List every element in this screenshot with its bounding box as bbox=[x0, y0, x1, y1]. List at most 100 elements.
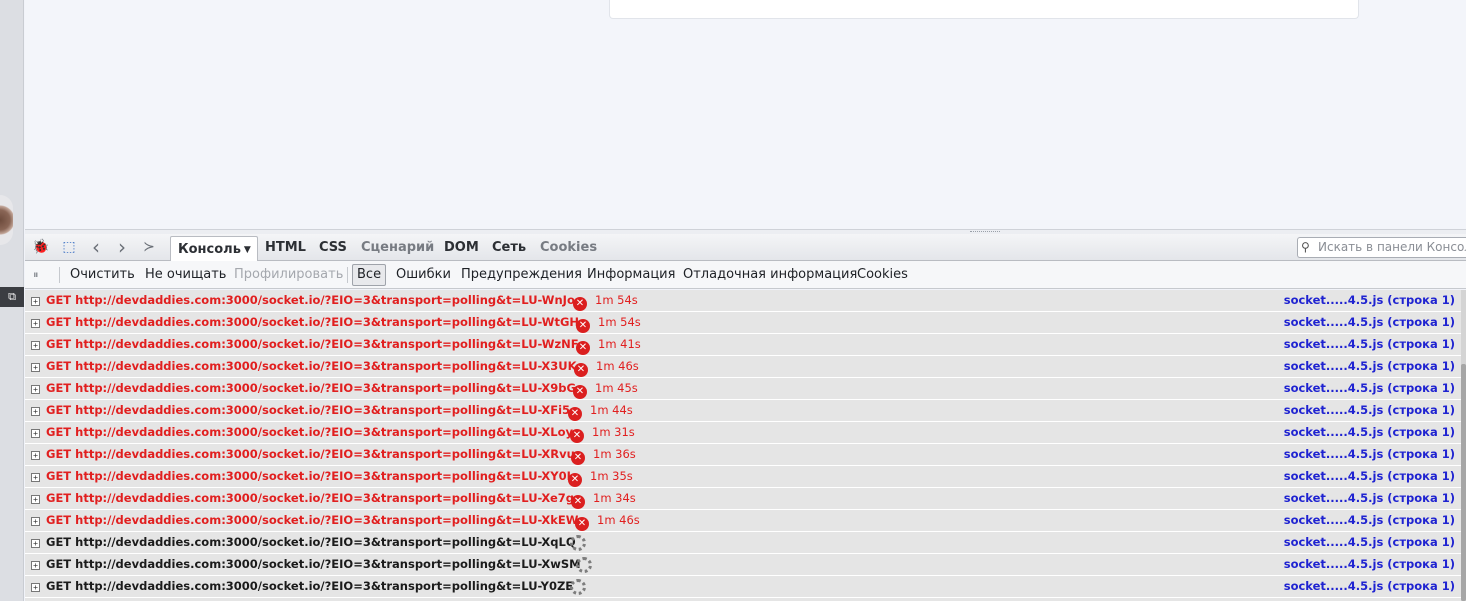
console-row-message: GET http://devdaddies.com:3000/socket.io… bbox=[46, 513, 579, 527]
window-restore-icon[interactable]: ⧉ bbox=[0, 287, 24, 307]
console-row-message: GET http://devdaddies.com:3000/socket.io… bbox=[46, 293, 575, 307]
expand-toggle-icon[interactable]: + bbox=[31, 429, 40, 438]
console-row[interactable]: + GET http://devdaddies.com:3000/socket.i… bbox=[25, 400, 1461, 422]
source-link[interactable]: socket.....4.5.js (строка 1) bbox=[1284, 337, 1455, 352]
scrollbar-thumb[interactable] bbox=[1461, 364, 1466, 601]
console-toolbar: ⏸ Очистить Не очищать Профилировать Все … bbox=[25, 261, 1466, 289]
console-row[interactable]: + GET http://devdaddies.com:3000/socket.i… bbox=[25, 444, 1461, 466]
source-link[interactable]: socket.....4.5.js (строка 1) bbox=[1284, 447, 1455, 462]
console-row-status: ✕ 1m 54s bbox=[576, 315, 641, 333]
source-link[interactable]: socket.....4.5.js (строка 1) bbox=[1284, 579, 1455, 594]
console-row[interactable]: + GET http://devdaddies.com:3000/socket.i… bbox=[25, 334, 1461, 356]
filter-errors-button[interactable]: Ошибки bbox=[396, 266, 451, 284]
expand-toggle-icon[interactable]: + bbox=[31, 583, 40, 592]
filter-debug-button[interactable]: Отладочная информация bbox=[683, 266, 857, 284]
console-scrollbar[interactable] bbox=[1461, 290, 1466, 601]
source-link[interactable]: socket.....4.5.js (строка 1) bbox=[1284, 403, 1455, 418]
source-link[interactable]: socket.....4.5.js (строка 1) bbox=[1284, 293, 1455, 308]
console-row-status bbox=[576, 557, 592, 574]
expand-toggle-icon[interactable]: + bbox=[31, 561, 40, 570]
source-link[interactable]: socket.....4.5.js (строка 1) bbox=[1284, 557, 1455, 572]
error-icon: ✕ bbox=[571, 451, 585, 465]
console-row[interactable]: + GET http://devdaddies.com:3000/socket.i… bbox=[25, 422, 1461, 444]
console-row[interactable]: + GET http://devdaddies.com:3000/socket.i… bbox=[25, 466, 1461, 488]
console-row-message: GET http://devdaddies.com:3000/socket.io… bbox=[46, 557, 581, 571]
tab-html[interactable]: HTML bbox=[259, 239, 312, 261]
console-row[interactable]: + GET http://devdaddies.com:3000/socket.i… bbox=[25, 510, 1461, 532]
forward-icon[interactable]: › bbox=[112, 237, 132, 257]
source-link[interactable]: socket.....4.5.js (строка 1) bbox=[1284, 425, 1455, 440]
tab-css[interactable]: CSS bbox=[313, 239, 353, 261]
back-icon[interactable]: ‹ bbox=[86, 237, 106, 257]
filter-all-button[interactable]: Все bbox=[352, 264, 387, 286]
filter-info-button[interactable]: Информация bbox=[587, 266, 675, 284]
console-row[interactable]: + GET http://devdaddies.com:3000/socket.i… bbox=[25, 378, 1461, 400]
request-duration: 1m 36s bbox=[593, 447, 636, 461]
expand-toggle-icon[interactable]: + bbox=[31, 407, 40, 416]
command-line-icon[interactable]: ≻ bbox=[139, 238, 159, 256]
profile-button[interactable]: Профилировать bbox=[234, 266, 343, 284]
console-row[interactable]: + GET http://devdaddies.com:3000/socket.i… bbox=[25, 312, 1461, 334]
tab-console[interactable]: Консоль ▼ bbox=[170, 236, 258, 262]
console-row-status: ✕ 1m 41s bbox=[576, 337, 641, 355]
expand-toggle-icon[interactable]: + bbox=[31, 473, 40, 482]
firebug-icon[interactable]: 🐞 bbox=[31, 238, 51, 256]
console-row-message: GET http://devdaddies.com:3000/socket.io… bbox=[46, 315, 580, 329]
avatar[interactable] bbox=[0, 195, 13, 245]
search-icon: ⚲ bbox=[1301, 240, 1310, 254]
devtools-tab-bar: 🐞 ⬚ ‹ › ≻ Консоль ▼ HTML CSS Сценарий DOM… bbox=[25, 234, 1466, 262]
clear-button[interactable]: Очистить bbox=[70, 266, 135, 284]
console-row-message: GET http://devdaddies.com:3000/socket.io… bbox=[46, 447, 575, 461]
console-row[interactable]: + GET http://devdaddies.com:3000/socket.i… bbox=[25, 488, 1461, 510]
source-link[interactable]: socket.....4.5.js (строка 1) bbox=[1284, 469, 1455, 484]
console-row-status: ✕ 1m 46s bbox=[574, 359, 639, 377]
request-duration: 1m 31s bbox=[592, 425, 635, 439]
expand-toggle-icon[interactable]: + bbox=[31, 363, 40, 372]
error-icon: ✕ bbox=[568, 473, 582, 487]
splitter-grip[interactable] bbox=[970, 231, 1000, 233]
console-row[interactable]: + GET http://devdaddies.com:3000/socket.i… bbox=[25, 290, 1461, 312]
error-icon: ✕ bbox=[576, 341, 590, 355]
source-link[interactable]: socket.....4.5.js (строка 1) bbox=[1284, 491, 1455, 506]
console-row[interactable]: + GET http://devdaddies.com:3000/socket.i… bbox=[25, 532, 1461, 554]
request-duration: 1m 46s bbox=[596, 359, 639, 373]
tab-cookies[interactable]: Cookies bbox=[534, 239, 603, 261]
console-row-status: ✕ 1m 46s bbox=[575, 513, 640, 531]
source-link[interactable]: socket.....4.5.js (строка 1) bbox=[1284, 359, 1455, 374]
console-row[interactable]: + GET http://devdaddies.com:3000/socket.i… bbox=[25, 356, 1461, 378]
search-placeholder: Искать в панели Консоль bbox=[1318, 240, 1466, 254]
console-row[interactable]: + GET http://devdaddies.com:3000/socket.i… bbox=[25, 554, 1461, 576]
source-link[interactable]: socket.....4.5.js (строка 1) bbox=[1284, 535, 1455, 550]
expand-toggle-icon[interactable]: + bbox=[31, 297, 40, 306]
expand-toggle-icon[interactable]: + bbox=[31, 451, 40, 460]
persist-button[interactable]: Не очищать bbox=[145, 266, 226, 284]
source-link[interactable]: socket.....4.5.js (строка 1) bbox=[1284, 315, 1455, 330]
expand-toggle-icon[interactable]: + bbox=[31, 341, 40, 350]
expand-toggle-icon[interactable]: + bbox=[31, 319, 40, 328]
console-row-status: ✕ 1m 35s bbox=[568, 469, 633, 487]
source-link[interactable]: socket.....4.5.js (строка 1) bbox=[1284, 513, 1455, 528]
console-row-message: GET http://devdaddies.com:3000/socket.io… bbox=[46, 579, 574, 593]
error-icon: ✕ bbox=[568, 407, 582, 421]
tab-net[interactable]: Сеть bbox=[486, 239, 532, 261]
error-icon: ✕ bbox=[574, 363, 588, 377]
pause-icon[interactable]: ⏸ bbox=[33, 266, 39, 284]
filter-warnings-button[interactable]: Предупреждения bbox=[461, 266, 582, 284]
expand-toggle-icon[interactable]: + bbox=[31, 539, 40, 548]
source-link[interactable]: socket.....4.5.js (строка 1) bbox=[1284, 381, 1455, 396]
expand-toggle-icon[interactable]: + bbox=[31, 517, 40, 526]
tab-dom[interactable]: DOM bbox=[438, 239, 485, 261]
console-search-input[interactable]: ⚲ Искать в панели Консоль bbox=[1297, 237, 1466, 258]
filter-cookies-button[interactable]: Cookies bbox=[857, 266, 908, 284]
console-row[interactable]: + GET http://devdaddies.com:3000/socket.i… bbox=[25, 576, 1461, 598]
chevron-down-icon[interactable]: ▼ bbox=[244, 245, 251, 255]
request-duration: 1m 34s bbox=[593, 491, 636, 505]
tab-script[interactable]: Сценарий bbox=[355, 239, 440, 261]
console-row-status bbox=[570, 535, 586, 552]
expand-toggle-icon[interactable]: + bbox=[31, 385, 40, 394]
console-row-status: ✕ 1m 44s bbox=[568, 403, 633, 421]
error-icon: ✕ bbox=[570, 429, 584, 443]
inspect-element-icon[interactable]: ⬚ bbox=[59, 238, 79, 256]
console-row-message: GET http://devdaddies.com:3000/socket.io… bbox=[46, 425, 573, 439]
expand-toggle-icon[interactable]: + bbox=[31, 495, 40, 504]
